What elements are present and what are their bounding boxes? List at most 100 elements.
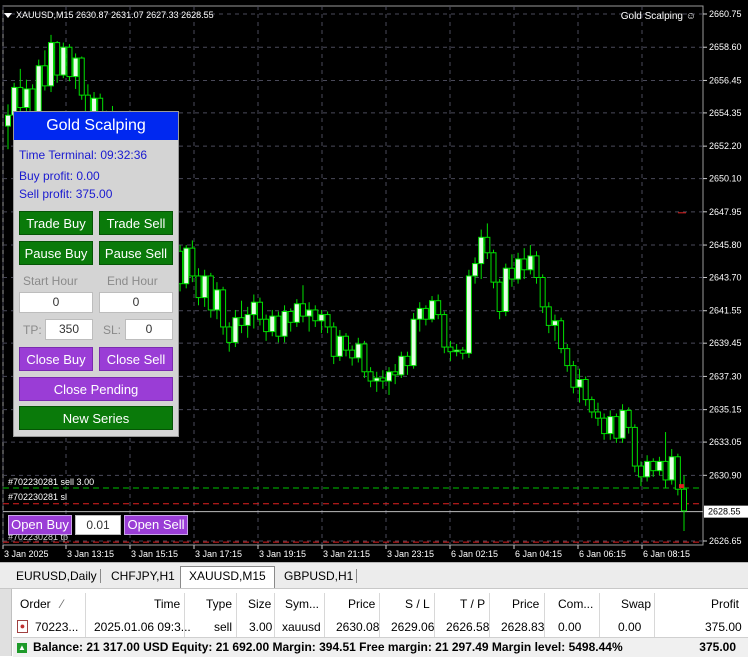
cell-time: 2025.01.06 09:3...: [94, 620, 191, 634]
gold-scalping-panel: Gold Scalping Time Terminal: 09:32:36 Bu…: [13, 111, 179, 437]
time-axis-label: 3 Jan 21:15: [323, 549, 370, 559]
open-sell-button[interactable]: Open Sell: [124, 515, 188, 535]
candle-body: [429, 300, 436, 320]
col-header-sl[interactable]: S / L: [405, 593, 430, 615]
trade-sell-button[interactable]: Trade Sell: [99, 211, 173, 235]
candle-body: [386, 371, 393, 382]
candle-body: [465, 275, 472, 354]
balance-row[interactable]: ▲ Balance: 21 317.00 USD Equity: 21 692.0…: [13, 637, 748, 657]
candle-body: [367, 371, 374, 382]
candle-body: [539, 277, 546, 308]
col-header-type[interactable]: Type: [206, 593, 232, 615]
pause-buy-button[interactable]: Pause Buy: [19, 241, 93, 265]
lot-size-input[interactable]: 0.01: [75, 515, 121, 535]
col-header-tp[interactable]: T / P: [460, 593, 485, 615]
candle-body: [398, 355, 405, 376]
candle-body: [244, 314, 251, 326]
col-header-profit[interactable]: Profit: [711, 593, 739, 615]
candle-body: [256, 301, 263, 320]
candle-body: [84, 94, 91, 113]
candle-body: [508, 267, 515, 280]
candle-body: [275, 315, 282, 337]
pause-sell-button[interactable]: Pause Sell: [99, 241, 173, 265]
cell-order: 70223...: [35, 620, 79, 634]
cell-symbol: xauusd: [282, 620, 321, 634]
candle-body: [5, 114, 11, 127]
col-header-symbol[interactable]: Sym...: [285, 593, 319, 615]
candle-body: [72, 57, 79, 78]
price-axis-label: 2643.70: [709, 273, 742, 283]
column-divider: [599, 593, 600, 637]
col-header-price[interactable]: Price: [348, 593, 375, 615]
time-terminal: Time Terminal: 09:32:36: [19, 148, 148, 162]
tab-separator: [100, 569, 101, 583]
time-axis-label: 6 Jan 08:15: [643, 549, 690, 559]
trade-buy-button[interactable]: Trade Buy: [19, 211, 93, 235]
close-pending-button[interactable]: Close Pending: [19, 377, 173, 401]
col-header-commission[interactable]: Com...: [558, 593, 593, 615]
time-axis-label: 6 Jan 02:15: [451, 549, 498, 559]
candle-body: [17, 86, 24, 108]
tab-xauusd-m15[interactable]: XAUUSD,M15: [180, 566, 275, 589]
col-header-time[interactable]: Time: [154, 593, 180, 615]
tab-gbpusd-h1[interactable]: GBPUSD,H1: [276, 567, 361, 585]
price-axis-label: 2635.15: [709, 405, 742, 415]
col-header-current-price[interactable]: Price: [512, 593, 539, 615]
candle-body: [189, 247, 196, 277]
tab-eurusd-daily[interactable]: EURUSD,Daily: [8, 567, 105, 585]
candle-body: [349, 349, 356, 359]
sl-input[interactable]: 0: [125, 319, 173, 340]
candle-body: [312, 309, 319, 322]
terminal-side-bar[interactable]: [0, 589, 12, 656]
cell-current-price: 2628.83: [501, 620, 545, 634]
start-hour-input[interactable]: 0: [19, 292, 93, 313]
price-chart[interactable]: 2660.75 2658.60 2656.45 2654.35 2652.20 2650.…: [0, 0, 748, 562]
sell-marker: [679, 484, 684, 489]
candle-body: [545, 306, 552, 326]
candle-body: [656, 460, 663, 472]
close-sell-button[interactable]: Close Sell: [99, 347, 173, 371]
col-header-order[interactable]: Order: [20, 593, 51, 615]
symbol-quote: XAUUSD,M15 2630.87 2631.07 2627.33 2628.…: [16, 10, 214, 20]
candle-body: [293, 303, 300, 323]
candle-body: [521, 258, 528, 271]
new-series-button[interactable]: New Series: [19, 406, 173, 430]
candle-body: [637, 465, 644, 478]
candle-body: [515, 258, 522, 280]
candle-body: [183, 247, 190, 285]
sl-label: SL:: [103, 323, 122, 337]
candle-body: [459, 349, 466, 354]
price-axis-label: 2645.80: [709, 240, 742, 250]
col-header-swap[interactable]: Swap: [621, 593, 651, 615]
col-header-size[interactable]: Size: [248, 593, 271, 615]
order-label-sl: #702230281 sl: [8, 492, 68, 502]
candle-body: [478, 236, 485, 265]
time-axis-label: 6 Jan 06:15: [579, 549, 626, 559]
open-buy-button[interactable]: Open Buy: [8, 515, 72, 535]
candle-body: [404, 355, 411, 367]
candle-body: [631, 426, 638, 467]
candle-body: [41, 65, 48, 87]
candle-body: [582, 379, 589, 401]
candle-body: [213, 289, 220, 311]
candle-body: [281, 311, 288, 337]
order-label-entry: #702230281 sell 3.00: [8, 477, 95, 487]
ea-name: Gold Scalping: [620, 11, 683, 22]
end-hour-input[interactable]: 0: [99, 292, 173, 313]
price-axis-label: 2656.45: [709, 75, 742, 85]
candle-body: [564, 348, 571, 367]
candle-body: [238, 317, 245, 326]
candle-body: [594, 411, 601, 419]
tp-input[interactable]: 350: [45, 319, 93, 340]
candle-body: [78, 57, 85, 96]
time-axis-label: 3 Jan 15:15: [131, 549, 178, 559]
tab-chfjpy-h1[interactable]: CHFJPY,H1: [103, 567, 183, 585]
candle-body: [576, 379, 583, 388]
candle-body: [668, 456, 675, 481]
dropdown-triangle-icon[interactable]: [4, 13, 12, 19]
close-buy-button[interactable]: Close Buy: [19, 347, 93, 371]
current-price-label: 2628.55: [708, 507, 741, 517]
candle-body: [601, 417, 608, 435]
sell-profit: Sell profit: 375.00: [19, 187, 113, 201]
sort-arrow-icon: ⁄: [61, 597, 64, 611]
